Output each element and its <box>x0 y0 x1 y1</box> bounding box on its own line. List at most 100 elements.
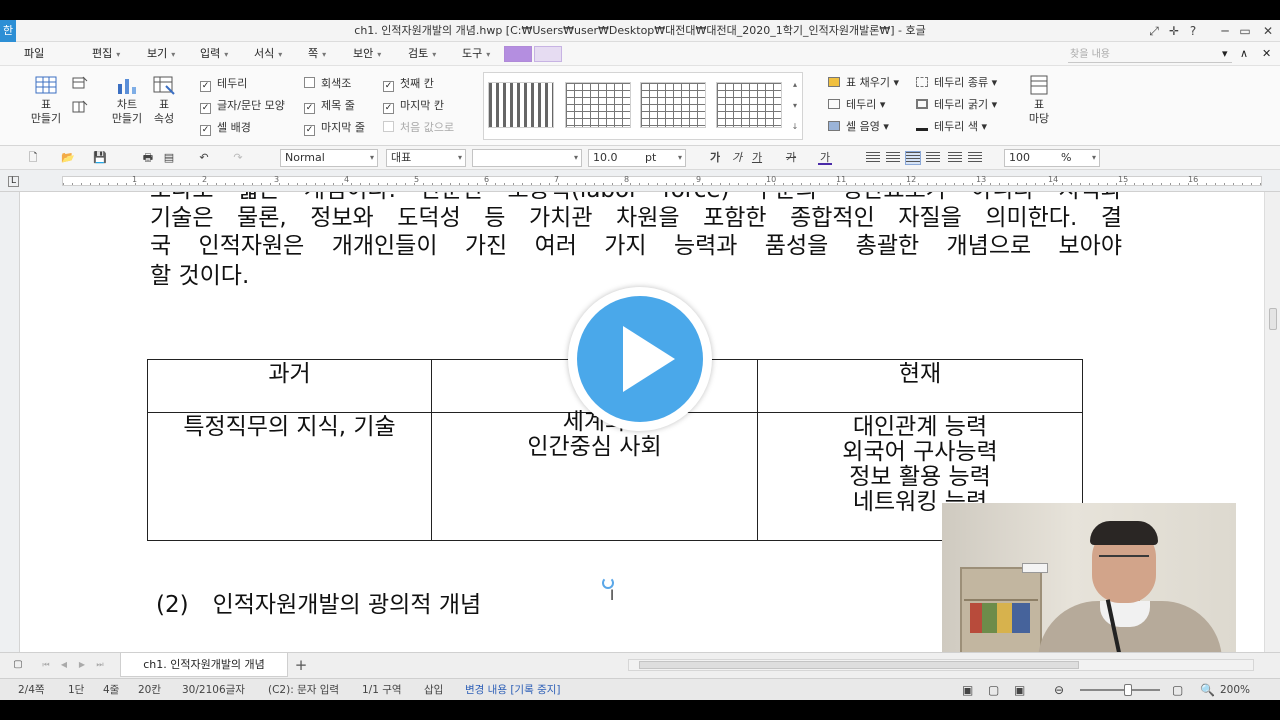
table-yard-button[interactable]: 표 마당 <box>1022 74 1056 126</box>
help-search-input[interactable]: 찾을 내용 <box>1068 46 1232 63</box>
undo-icon[interactable]: ↶ <box>196 151 212 165</box>
table-cell[interactable]: 정 세계화 인간중심 사회 <box>431 385 758 541</box>
align-distribute-icon[interactable] <box>948 152 962 164</box>
table-style-4[interactable] <box>716 82 782 128</box>
body-text-line[interactable]: 보다도 넓은 개념이다. 단순한 노동력(labor force) 수준의 생산… <box>150 192 1122 204</box>
menu-file[interactable]: 파일 <box>24 42 44 66</box>
menu-page[interactable]: 쪽 ▾ <box>308 42 326 66</box>
bold-button[interactable]: 가 <box>708 151 722 165</box>
scroll-thumb[interactable] <box>639 661 1079 669</box>
restore-button[interactable]: ▭ <box>1235 20 1255 42</box>
body-text-line[interactable]: 기술은 물론, 정보와 도덕성 등 가치관 차원을 포함한 종합적인 자질을 의… <box>150 204 1122 232</box>
text-color-button[interactable]: 가 <box>818 151 832 165</box>
border-color-button[interactable]: 테두리 색 ▾ <box>916 118 987 136</box>
underline-button[interactable]: 가 <box>750 151 764 165</box>
italic-button[interactable]: 가 <box>730 151 744 165</box>
status-zoom[interactable]: 200% <box>1220 679 1250 701</box>
first-tab-icon[interactable]: ⏮ <box>40 657 52 673</box>
zoom-out-icon[interactable]: ⊖ <box>1054 679 1064 701</box>
check-border[interactable]: ✓ 테두리 <box>200 76 247 92</box>
status-insert-mode[interactable]: 삽입 <box>424 679 443 701</box>
table-header-cell[interactable]: 과거 <box>147 359 432 413</box>
menu-tools[interactable]: 도구 ▾ <box>462 42 490 66</box>
table-header-cell[interactable]: 현재 <box>757 359 1083 413</box>
border-width-button[interactable]: 테두리 굵기 ▾ <box>916 96 997 114</box>
border-type-button[interactable]: 테두리 종류 ▾ <box>916 74 997 92</box>
vertical-scrollbar[interactable] <box>1264 192 1280 652</box>
horizontal-ruler[interactable]: L 1 2 3 4 5 6 7 8 9 10 11 12 13 14 15 16 <box>0 170 1280 192</box>
help-icon[interactable]: ? <box>1183 20 1203 42</box>
gallery-scroll[interactable]: ▴ ▾ ↓ <box>789 74 801 138</box>
check-grayscale[interactable]: 회색조 <box>304 76 351 92</box>
collapse-ribbon-icon[interactable]: ∧ <box>1240 42 1248 66</box>
menu-edit[interactable]: 편집 ▾ <box>92 42 120 66</box>
status-page[interactable]: 2/4쪽 <box>18 679 45 701</box>
horizontal-scrollbar[interactable] <box>628 659 1254 671</box>
fit-page-icon[interactable]: ▢ <box>1172 679 1183 701</box>
table-style-1[interactable] <box>488 82 554 128</box>
close-doc-icon[interactable]: ✕ <box>1262 42 1271 66</box>
table-style-2[interactable] <box>565 82 631 128</box>
table-draw-icon[interactable] <box>72 100 88 114</box>
zoom-slider[interactable] <box>1080 689 1160 691</box>
add-tab-button[interactable]: + <box>292 655 310 675</box>
font-size-field[interactable]: 10.0 pt ▾ <box>588 149 686 167</box>
chart-make-button[interactable]: 차트 만들기 <box>108 74 146 126</box>
tab-type-icon[interactable]: L <box>8 176 19 187</box>
scroll-thumb[interactable] <box>1269 308 1277 330</box>
new-doc-icon[interactable]: 🗋 <box>26 151 40 165</box>
menu-format[interactable]: 서식 ▾ <box>254 42 282 66</box>
align-center-icon[interactable] <box>905 151 921 165</box>
body-text-line[interactable]: 할 것이다. <box>150 262 1122 290</box>
page-view-icon[interactable]: ▣ <box>1014 679 1025 701</box>
table-make-button[interactable]: 표 만들기 <box>28 74 64 126</box>
check-header-row[interactable]: ✓ 제목 줄 <box>304 98 355 114</box>
save-icon[interactable]: 💾 <box>92 151 108 165</box>
redo-icon[interactable]: ↷ <box>230 151 246 165</box>
table-design-tab[interactable] <box>504 46 532 62</box>
check-last-col[interactable]: ✓ 마지막 칸 <box>383 98 444 114</box>
table-edit-icon[interactable] <box>72 76 88 90</box>
align-split-icon[interactable] <box>968 152 982 164</box>
print-icon[interactable]: 🖶 <box>140 151 156 165</box>
table-fill-button[interactable]: 표 채우기 ▾ <box>828 74 899 92</box>
next-tab-icon[interactable]: ▶ <box>76 657 88 673</box>
search-dropdown-icon[interactable]: ▾ <box>1222 42 1228 66</box>
align-left-icon[interactable] <box>886 152 900 164</box>
web-view-icon[interactable]: ▢ <box>988 679 999 701</box>
document-tab[interactable]: ch1. 인적자원개발의 개념 <box>120 653 288 677</box>
table-layout-tab[interactable] <box>534 46 562 62</box>
search-icon[interactable]: 🔍 <box>1200 679 1215 701</box>
style-select[interactable]: Normal ▾ <box>280 149 378 167</box>
font-name-select[interactable]: ▾ <box>472 149 582 167</box>
menu-insert[interactable]: 입력 ▾ <box>200 42 228 66</box>
preview-icon[interactable]: ▤ <box>162 151 176 165</box>
menu-review[interactable]: 검토 ▾ <box>408 42 436 66</box>
tab-list-icon[interactable]: ▢ <box>12 657 24 673</box>
font-group-select[interactable]: 대표 ▾ <box>386 149 466 167</box>
strikethrough-button[interactable]: 가 <box>784 151 798 165</box>
play-button[interactable] <box>568 287 712 431</box>
reset-default-button[interactable]: 처음 값으로 <box>383 120 454 136</box>
zoom-slider-handle[interactable] <box>1124 684 1132 696</box>
section-heading[interactable]: (2) 인적자원개발의 광의적 개념 <box>156 585 481 619</box>
border-button[interactable]: 테두리 ▾ <box>828 96 885 114</box>
cell-shade-button[interactable]: 셀 음영 ▾ <box>828 118 889 136</box>
table-cell[interactable]: 특정직무의 지식, 기술 <box>147 412 432 541</box>
fullscreen-icon[interactable]: ⤢ <box>1144 20 1164 42</box>
table-props-button[interactable]: 표 속성 <box>148 74 180 126</box>
table-style-3[interactable] <box>640 82 706 128</box>
menu-security[interactable]: 보안 ▾ <box>353 42 381 66</box>
prev-tab-icon[interactable]: ◀ <box>58 657 70 673</box>
normal-view-icon[interactable]: ▣ <box>962 679 973 701</box>
check-last-row[interactable]: ✓ 마지막 줄 <box>304 120 365 136</box>
check-char-para[interactable]: ✓ 글자/문단 모양 <box>200 98 285 114</box>
zoom-field[interactable]: 100% ▾ <box>1004 149 1100 167</box>
body-text-line[interactable]: 국 인적자원은 개개인들이 가진 여러 가지 능력과 품성을 총괄한 개념으로 … <box>150 232 1122 260</box>
check-first-col[interactable]: ✓ 첫째 칸 <box>383 76 434 92</box>
last-tab-icon[interactable]: ⏭ <box>94 657 106 673</box>
minimize-button[interactable]: ─ <box>1215 20 1235 42</box>
open-folder-icon[interactable]: 📂 <box>58 151 78 165</box>
close-button[interactable]: ✕ <box>1258 20 1278 42</box>
align-justify-icon[interactable] <box>866 152 880 164</box>
